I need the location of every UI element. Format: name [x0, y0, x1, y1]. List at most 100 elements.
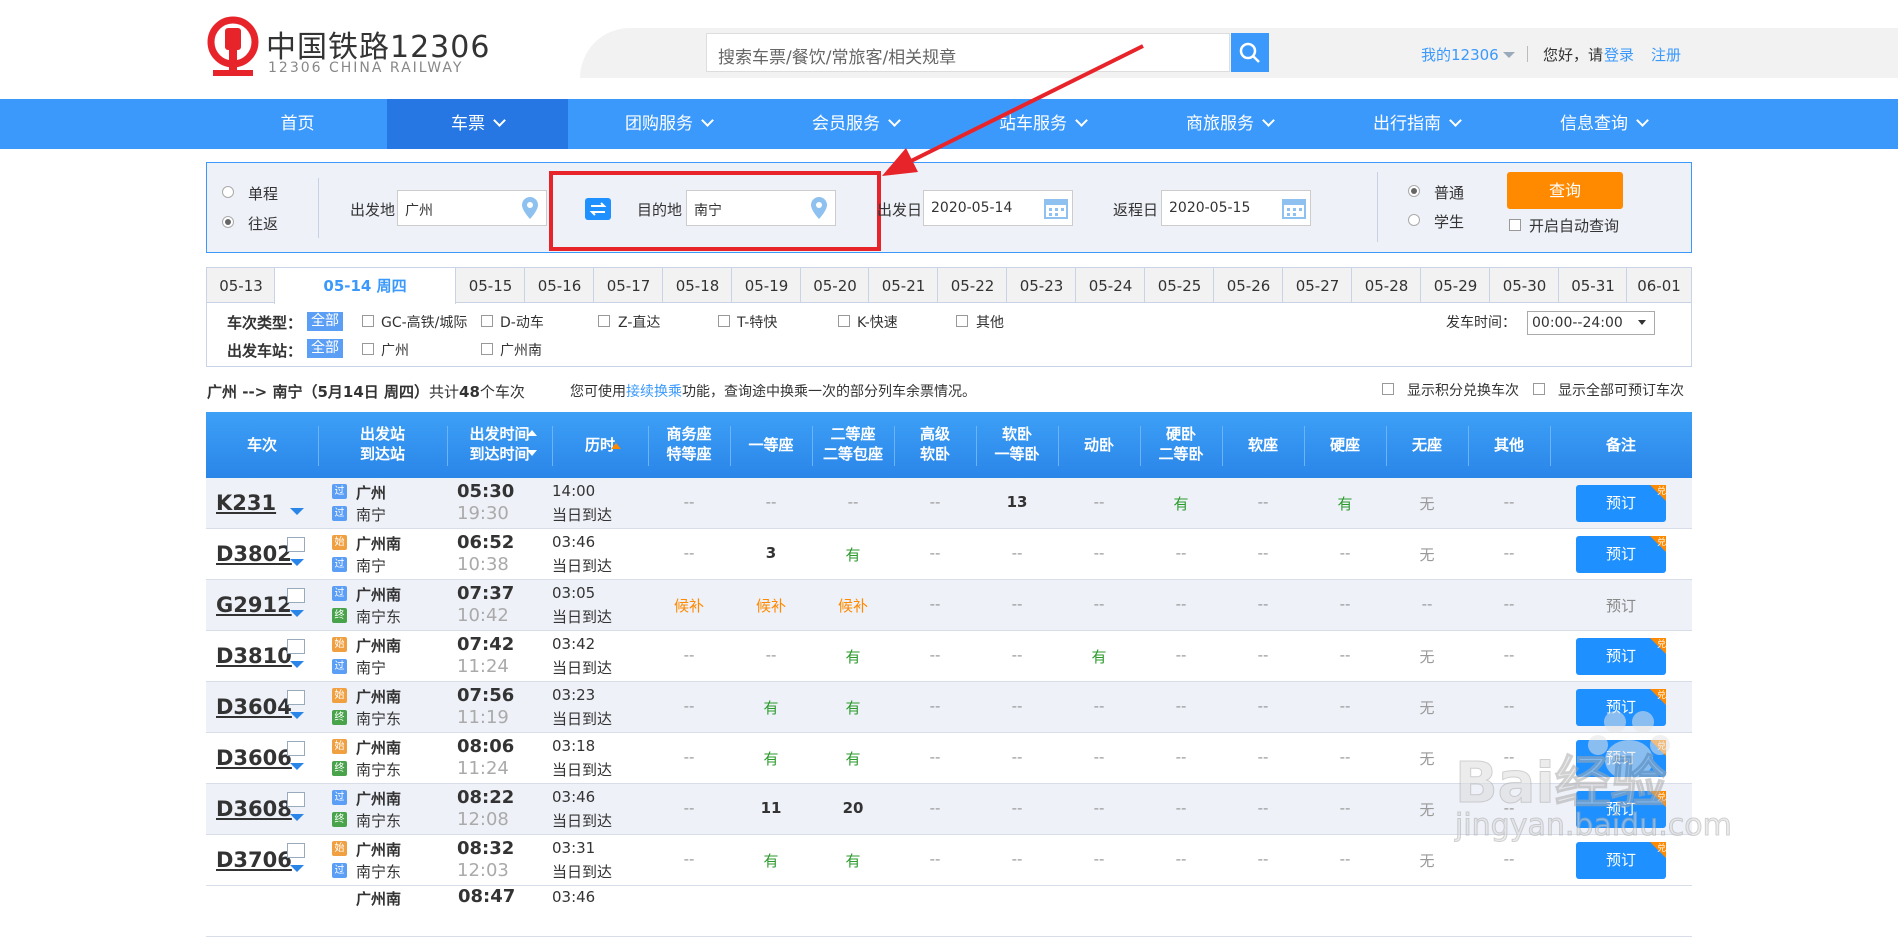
- expand-stops-icon[interactable]: [290, 661, 304, 668]
- type-d-checkbox[interactable]: [481, 315, 493, 327]
- seat-availability: --: [1339, 799, 1351, 817]
- column-divider: [1222, 426, 1223, 466]
- date-tab[interactable]: 05-14 周四: [274, 267, 456, 304]
- train-number-link[interactable]: D3606: [216, 746, 292, 770]
- depart-time: 06:52: [457, 532, 515, 553]
- round-trip-radio[interactable]: [222, 216, 234, 228]
- site-search-placeholder[interactable]: 搜索车票/餐饮/常旅客/相关规章: [718, 43, 956, 68]
- train-number-link[interactable]: D3802: [216, 542, 292, 566]
- expand-stops-icon[interactable]: [290, 865, 304, 872]
- date-tab[interactable]: 05-27: [1282, 267, 1352, 303]
- train-number-link[interactable]: D3810: [216, 644, 292, 668]
- date-tab[interactable]: 05-28: [1351, 267, 1421, 303]
- seat-availability: 有: [1173, 495, 1189, 513]
- sort-down-icon[interactable]: [527, 450, 537, 456]
- nav-tickets[interactable]: 车票: [387, 99, 568, 149]
- nav-member-service[interactable]: 会员服务: [762, 99, 949, 149]
- date-tab[interactable]: 05-17: [593, 267, 663, 303]
- nav-group-service[interactable]: 团购服务: [575, 99, 762, 149]
- show-points-trains-checkbox[interactable]: [1382, 383, 1394, 395]
- seat-availability: --: [1093, 850, 1105, 868]
- type-gc-checkbox[interactable]: [362, 315, 374, 327]
- expand-stops-icon[interactable]: [290, 508, 304, 515]
- seat-availability[interactable]: 候补: [818, 595, 888, 616]
- date-tab[interactable]: 05-31: [1558, 267, 1627, 303]
- seat-availability[interactable]: 候补: [654, 595, 724, 616]
- arrival-note: 当日到达: [552, 608, 613, 626]
- station-guangzhou-checkbox[interactable]: [362, 343, 374, 355]
- location-pin-icon[interactable]: [522, 197, 538, 219]
- date-tab[interactable]: 05-24: [1075, 267, 1145, 303]
- points-exchange-label: 兑: [1657, 538, 1667, 548]
- date-tab[interactable]: 05-26: [1213, 267, 1283, 303]
- date-tab[interactable]: 05-13: [206, 267, 275, 303]
- nav-travel-guide[interactable]: 出行指南: [1323, 99, 1510, 149]
- date-tab[interactable]: 05-18: [662, 267, 732, 303]
- seat-availability[interactable]: 候补: [736, 595, 806, 616]
- date-tab[interactable]: 05-23: [1006, 267, 1076, 303]
- expand-stops-icon[interactable]: [290, 559, 304, 566]
- column-header[interactable]: 历时: [552, 435, 648, 455]
- date-tab[interactable]: 05-19: [731, 267, 801, 303]
- date-tab[interactable]: 05-21: [868, 267, 938, 303]
- type-k-checkbox[interactable]: [838, 315, 850, 327]
- date-tab[interactable]: 05-22: [937, 267, 1007, 303]
- arrive-time: 10:42: [457, 605, 509, 626]
- calendar-icon[interactable]: [1282, 197, 1306, 219]
- one-way-radio[interactable]: [222, 186, 234, 198]
- station-guangzhounan-checkbox[interactable]: [481, 343, 493, 355]
- train-number-link[interactable]: K231: [216, 491, 276, 515]
- nav-group-label: 团购服务: [625, 114, 693, 134]
- date-tab[interactable]: 05-25: [1144, 267, 1214, 303]
- ticket-normal-radio[interactable]: [1408, 185, 1420, 197]
- expand-stops-icon[interactable]: [290, 712, 304, 719]
- type-t-label: T-特快: [737, 315, 778, 331]
- from-label: 出发地: [350, 201, 396, 219]
- my-account-link[interactable]: 我的12306: [1421, 44, 1499, 65]
- search-button[interactable]: [1231, 33, 1269, 72]
- id-card-icon: [287, 792, 305, 807]
- seat-availability: --: [683, 646, 695, 664]
- train-number-link[interactable]: D3608: [216, 797, 292, 821]
- train-number-link[interactable]: G2912: [216, 593, 292, 617]
- nav-business-travel[interactable]: 商旅服务: [1136, 99, 1323, 149]
- type-z-checkbox[interactable]: [598, 315, 610, 327]
- date-tab[interactable]: 05-30: [1489, 267, 1559, 303]
- swap-stations-icon[interactable]: [585, 198, 611, 220]
- column-header-label: 二等座: [830, 425, 876, 443]
- station-filter-label: 出发车站：: [227, 342, 303, 360]
- register-link[interactable]: 注册: [1651, 44, 1681, 65]
- chevron-down-icon[interactable]: [1503, 52, 1515, 58]
- query-button[interactable]: 查询: [1507, 172, 1623, 209]
- nav-home[interactable]: 首页: [220, 99, 375, 149]
- login-link[interactable]: 登录: [1604, 44, 1634, 65]
- nav-info-query[interactable]: 信息查询: [1510, 99, 1697, 149]
- auto-query-checkbox[interactable]: [1509, 219, 1521, 231]
- train-number-link[interactable]: D3604: [216, 695, 292, 719]
- type-other-checkbox[interactable]: [956, 315, 968, 327]
- seat-availability: --: [1339, 595, 1351, 613]
- date-tab[interactable]: 06-01: [1626, 267, 1692, 303]
- train-type-all-button[interactable]: 全部: [307, 312, 343, 331]
- train-number-link[interactable]: D3706: [216, 848, 292, 872]
- type-t-checkbox[interactable]: [718, 315, 730, 327]
- ticket-student-radio[interactable]: [1408, 214, 1420, 226]
- arrive-time: 19:30: [457, 503, 509, 524]
- nav-station-service[interactable]: 站车服务: [949, 99, 1136, 149]
- expand-stops-icon[interactable]: [290, 610, 304, 617]
- chevron-down-icon[interactable]: [1638, 320, 1646, 325]
- station-all-button[interactable]: 全部: [307, 339, 343, 358]
- show-all-bookable-checkbox[interactable]: [1533, 383, 1545, 395]
- location-pin-icon[interactable]: [811, 197, 827, 219]
- sort-up-icon[interactable]: [527, 430, 537, 436]
- expand-stops-icon[interactable]: [290, 814, 304, 821]
- date-tab[interactable]: 05-15: [455, 267, 525, 303]
- sort-up-icon[interactable]: [611, 443, 621, 449]
- date-tab[interactable]: 05-29: [1420, 267, 1490, 303]
- expand-stops-icon[interactable]: [290, 763, 304, 770]
- transfer-link[interactable]: 接续换乘: [626, 384, 682, 400]
- date-tab[interactable]: 05-20: [800, 267, 869, 303]
- duration: 03:42: [552, 635, 596, 653]
- date-tab[interactable]: 05-16: [524, 267, 594, 303]
- calendar-icon[interactable]: [1044, 197, 1068, 219]
